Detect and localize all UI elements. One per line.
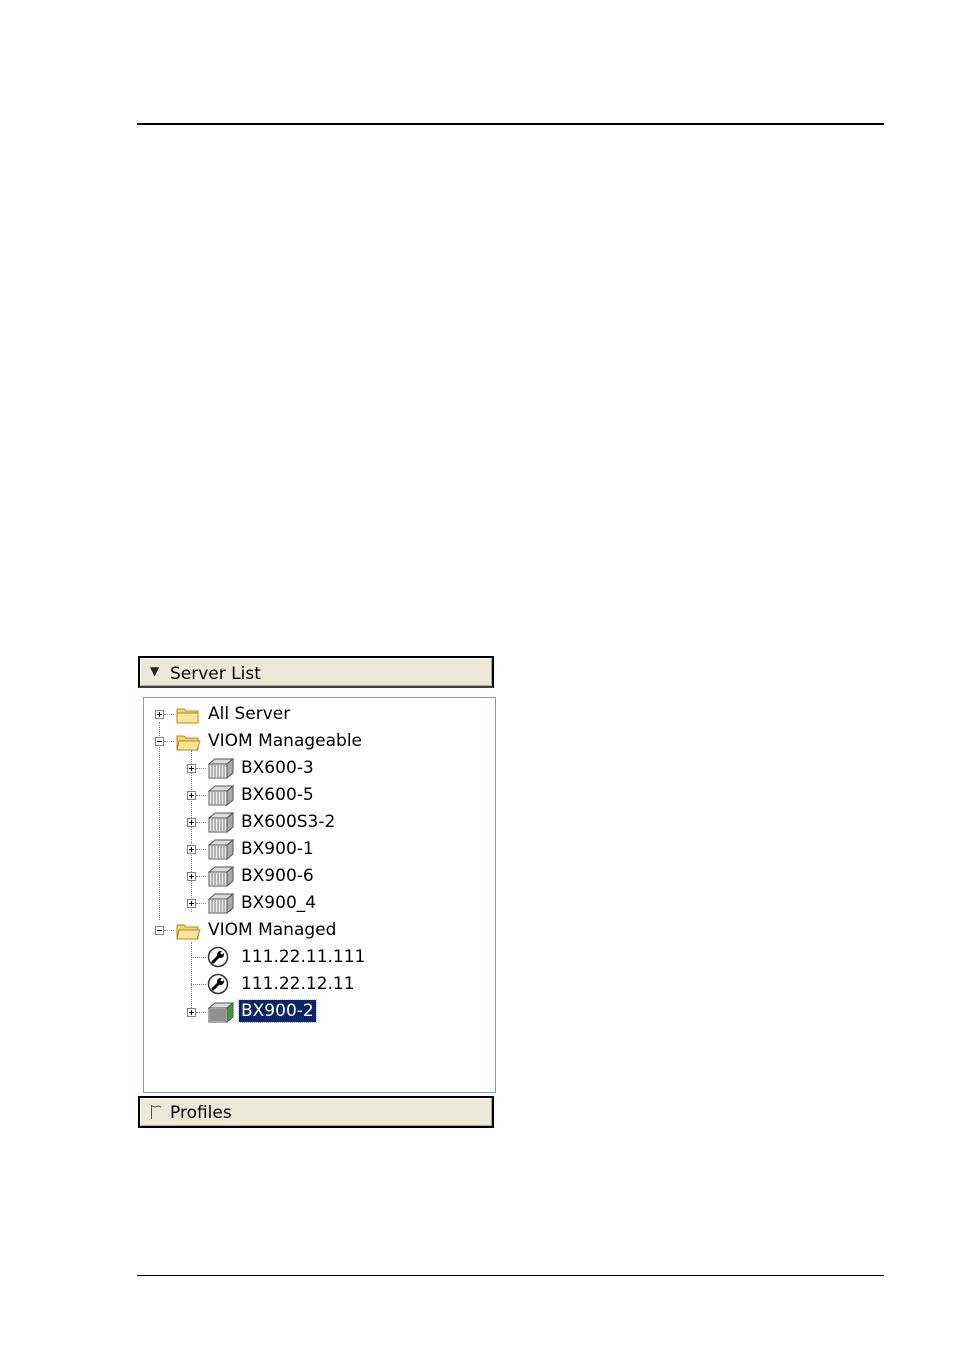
tree-node-server[interactable]: 111.22.11.111 <box>144 945 484 969</box>
folder-open-icon <box>176 924 201 940</box>
expand-plus-icon[interactable] <box>155 710 164 719</box>
expand-plus-icon[interactable] <box>187 818 196 827</box>
tree-node-chassis[interactable]: BX600S3-2 <box>144 810 484 834</box>
wrench-icon <box>207 973 229 995</box>
tree-node-chassis[interactable]: BX900-6 <box>144 864 484 888</box>
blade-chassis-icon <box>207 1001 235 1023</box>
expand-plus-icon[interactable] <box>187 872 196 881</box>
server-list-panel: ▼ Server List All Server VIOM Manageable… <box>138 656 498 1128</box>
top-rule <box>137 123 884 125</box>
tree-node-chassis[interactable]: BX600-3 <box>144 756 484 780</box>
profiles-header[interactable]: Profiles <box>138 1096 494 1128</box>
blade-chassis-icon <box>207 784 235 806</box>
blade-chassis-icon <box>207 892 235 914</box>
tree-label-chassis: BX900_4 <box>241 893 317 913</box>
blade-chassis-icon <box>207 757 235 779</box>
tree-node-viom-managed[interactable]: VIOM Managed <box>144 918 484 942</box>
tree-label-chassis: BX900-6 <box>241 866 314 886</box>
tree-node-viom-manageable[interactable]: VIOM Manageable <box>144 729 484 753</box>
tree-node-all-server[interactable]: All Server <box>144 702 484 726</box>
expand-plus-icon[interactable] <box>187 764 196 773</box>
tree-label-all-server: All Server <box>208 704 291 724</box>
tree-label-chassis: BX900-1 <box>241 839 314 859</box>
triangle-down-icon: ▼ <box>150 664 160 678</box>
tree-node-server[interactable]: 111.22.12.11 <box>144 972 484 996</box>
server-list-title: Server List <box>170 664 261 684</box>
tree-label-chassis: BX600S3-2 <box>241 812 336 832</box>
collapse-minus-icon[interactable] <box>155 737 164 746</box>
tree-node-chassis[interactable]: BX900-1 <box>144 837 484 861</box>
expand-plus-icon[interactable] <box>187 899 196 908</box>
expand-plus-icon[interactable] <box>187 1008 196 1017</box>
bottom-rule <box>137 1275 884 1276</box>
wrench-icon <box>207 946 229 968</box>
blade-chassis-icon <box>207 838 235 860</box>
blade-chassis-icon <box>207 811 235 833</box>
folder-icon <box>176 708 199 724</box>
tree-label-server: 111.22.12.11 <box>241 974 355 994</box>
tree-label-server: 111.22.11.111 <box>241 947 366 967</box>
server-list-header[interactable]: ▼ Server List <box>138 656 494 688</box>
flag-icon <box>151 1105 162 1119</box>
expand-plus-icon[interactable] <box>187 845 196 854</box>
tree-label-viom-managed: VIOM Managed <box>208 920 337 940</box>
tree-node-chassis[interactable]: BX900_4 <box>144 891 484 915</box>
tree-node-chassis[interactable]: BX600-5 <box>144 783 484 807</box>
collapse-minus-icon[interactable] <box>155 926 164 935</box>
tree-node-chassis-selected[interactable]: BX900-2 <box>144 999 484 1024</box>
folder-open-icon <box>176 735 201 751</box>
blade-chassis-icon <box>207 865 235 887</box>
tree-label-chassis: BX600-3 <box>241 758 314 778</box>
profiles-title: Profiles <box>170 1103 232 1123</box>
tree-label-selected: BX900-2 <box>238 999 317 1023</box>
expand-plus-icon[interactable] <box>187 791 196 800</box>
server-tree[interactable]: All Server VIOM Manageable BX600-3 BX600… <box>143 697 496 1093</box>
tree-label-chassis: BX600-5 <box>241 785 314 805</box>
tree-label-viom-manageable: VIOM Manageable <box>208 731 363 751</box>
